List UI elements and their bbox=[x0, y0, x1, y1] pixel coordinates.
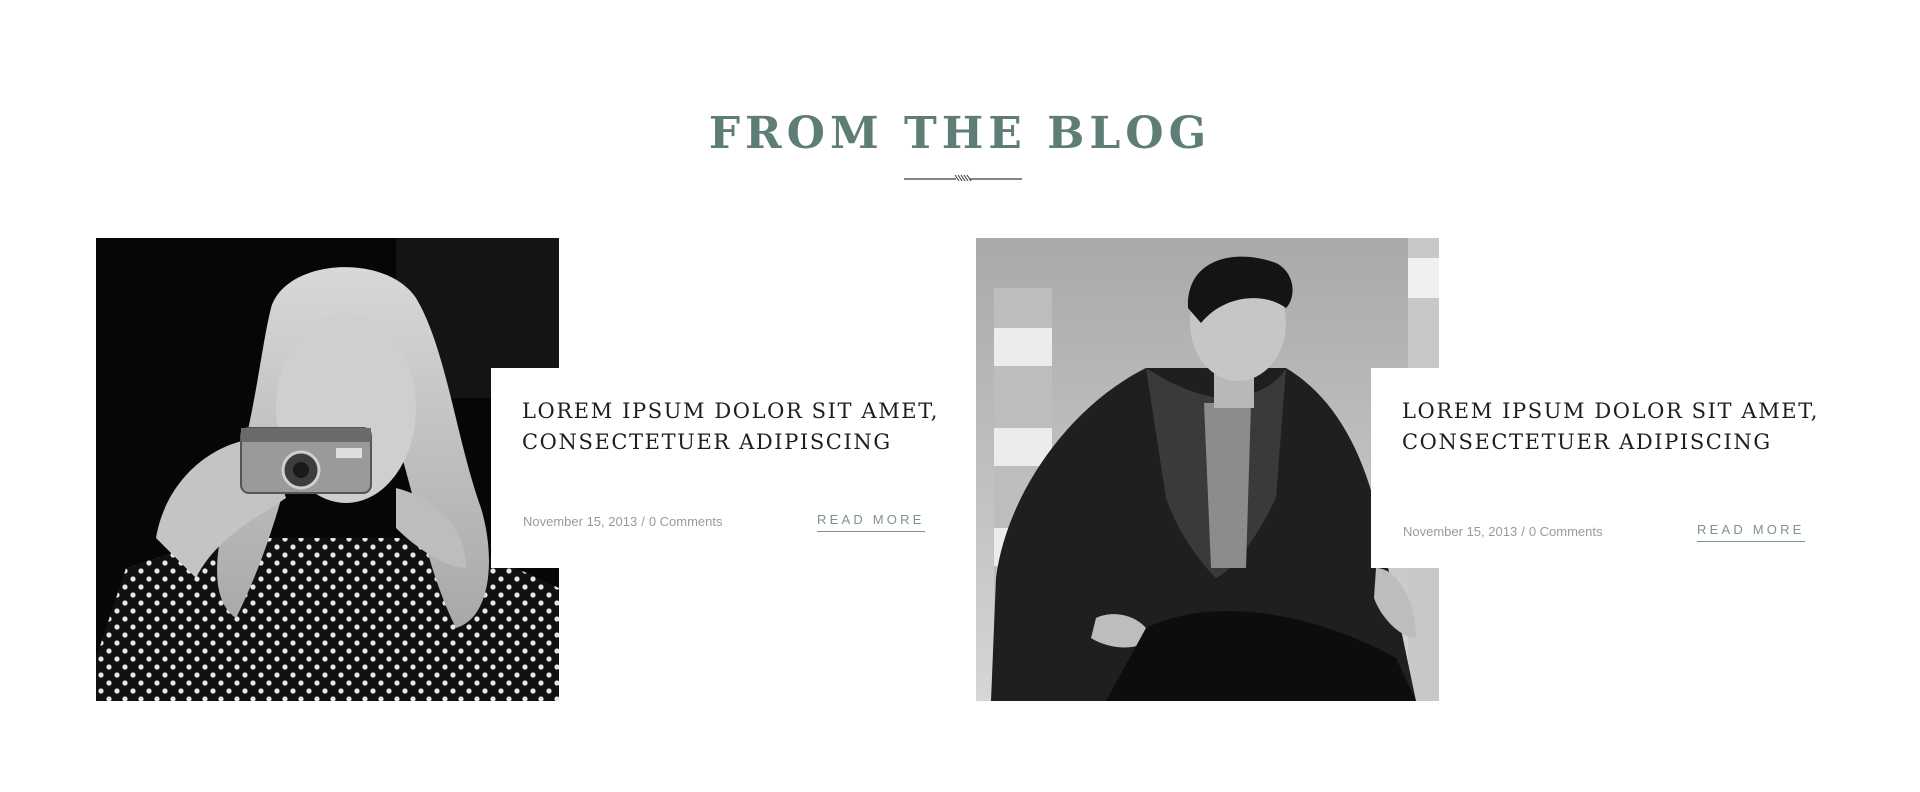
post-title[interactable]: LOREM IPSUM DOLOR SIT AMET, CONSECTETUER… bbox=[1402, 396, 1832, 458]
post-image-man-in-jacket[interactable] bbox=[976, 238, 1439, 701]
blog-post-card: LOREM IPSUM DOLOR SIT AMET, CONSECTETUER… bbox=[976, 238, 1838, 702]
post-title-line-2: CONSECTETUER ADIPISCING bbox=[1402, 430, 1772, 454]
post-title[interactable]: LOREM IPSUM DOLOR SIT AMET, CONSECTETUER… bbox=[522, 396, 952, 458]
post-title-line-2: CONSECTETUER ADIPISCING bbox=[522, 430, 892, 454]
read-more-link[interactable]: READ MORE bbox=[1697, 523, 1805, 542]
post-meta: November 15, 2013/ 0 Comments bbox=[1403, 524, 1603, 539]
meta-separator: / bbox=[641, 514, 645, 529]
blog-post-card: LOREM IPSUM DOLOR SIT AMET, CONSECTETUER… bbox=[96, 238, 958, 702]
post-date: November 15, 2013 bbox=[1403, 524, 1518, 539]
post-image-woman-with-camera[interactable] bbox=[96, 238, 559, 701]
read-more-link[interactable]: READ MORE bbox=[817, 513, 925, 532]
post-title-line-1: LOREM IPSUM DOLOR SIT AMET, bbox=[522, 399, 940, 423]
post-title-line-1: LOREM IPSUM DOLOR SIT AMET, bbox=[1402, 399, 1820, 423]
post-comments-link[interactable]: 0 Comments bbox=[1529, 524, 1603, 539]
meta-separator: / bbox=[1521, 524, 1525, 539]
post-summary-panel: LOREM IPSUM DOLOR SIT AMET, CONSECTETUER… bbox=[1371, 368, 1838, 568]
post-meta: November 15, 2013/ 0 Comments bbox=[523, 514, 723, 529]
divider-ornament-icon bbox=[904, 174, 1022, 182]
post-date: November 15, 2013 bbox=[523, 514, 638, 529]
section-title: FROM THE BLOG bbox=[708, 108, 1212, 159]
photo-woman-with-camera bbox=[96, 238, 559, 701]
post-comments-link[interactable]: 0 Comments bbox=[649, 514, 723, 529]
photo-man-in-denim-jacket bbox=[976, 238, 1439, 701]
post-summary-panel: LOREM IPSUM DOLOR SIT AMET, CONSECTETUER… bbox=[491, 368, 958, 568]
